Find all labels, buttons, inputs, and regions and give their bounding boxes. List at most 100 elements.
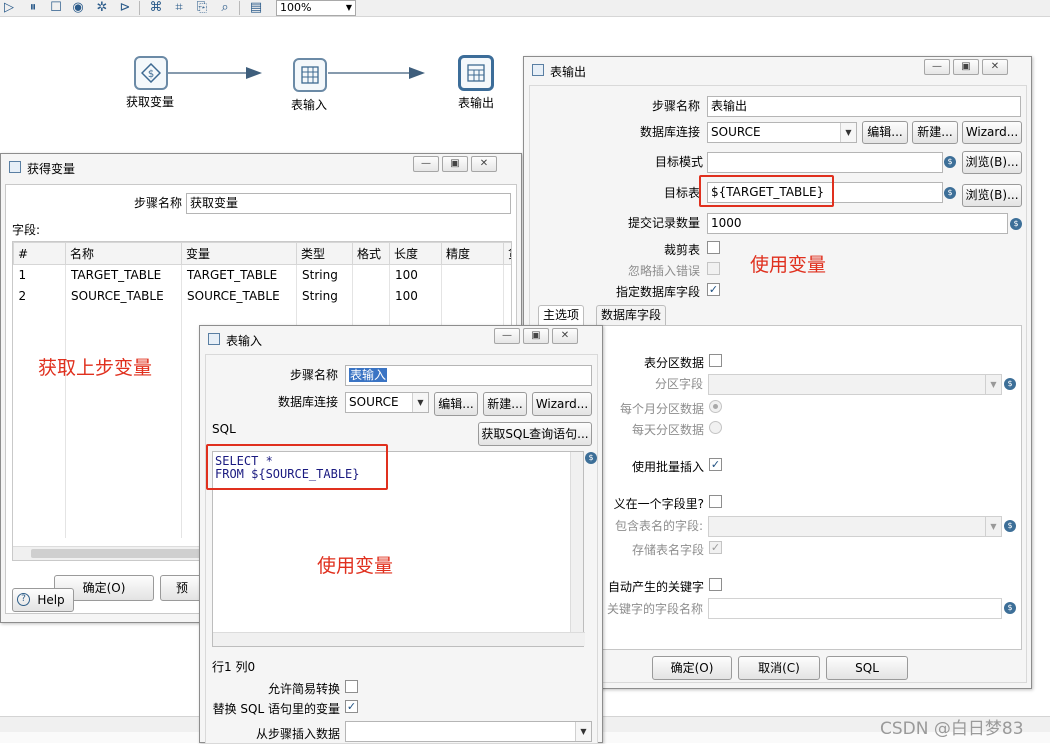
variable-icon: $	[1004, 378, 1016, 390]
highlight-box	[206, 444, 388, 490]
store-table-name-label: 存储表名字段	[631, 543, 704, 557]
table-name-field-select[interactable]: ▼	[708, 516, 1002, 537]
cell: TARGET_TABLE	[65, 264, 182, 286]
maximize-button[interactable]: ▣	[442, 156, 468, 172]
table-input-body: 步骤名称 表输入 数据库连接 SOURCE ▼ 编辑... 新建... Wiza…	[205, 354, 598, 744]
sql-button[interactable]: SQL	[826, 656, 908, 680]
partition-checkbox[interactable]	[709, 354, 722, 367]
sql-v-scrollbar[interactable]	[570, 452, 583, 632]
cell: 2	[13, 285, 66, 307]
preview-button[interactable]: 预	[160, 575, 204, 601]
variable-icon: $	[944, 187, 956, 199]
partition-daily-radio[interactable]	[709, 421, 722, 434]
db-connection-value: SOURCE	[711, 125, 761, 139]
partition-field-select[interactable]: ▼	[708, 374, 1002, 395]
sql-label: SQL	[212, 422, 236, 436]
tab-database-fields[interactable]: 数据库字段	[596, 305, 667, 325]
insert-from-step-label: 从步骤插入数据	[255, 727, 340, 741]
minimize-button[interactable]: —	[924, 59, 950, 75]
insert-from-step-select[interactable]: ▼	[345, 721, 592, 742]
dialog-icon	[208, 333, 220, 345]
chevron-down-icon: ▼	[985, 517, 1001, 536]
store-table-name-checkbox[interactable]: ✓	[709, 541, 722, 554]
annotation-use-variable: 使用变量	[317, 555, 394, 577]
db-connection-select[interactable]: SOURCE ▼	[707, 122, 857, 143]
variable-icon: $	[1004, 520, 1016, 532]
step-get-variables-node[interactable]: $	[134, 56, 168, 90]
ok-button[interactable]: 确定(O)	[652, 656, 732, 680]
tab-main-options[interactable]: 主选项	[538, 305, 585, 325]
table-row[interactable]: 2 SOURCE_TABLE SOURCE_TABLE String 100	[13, 285, 511, 307]
variable-icon: $	[585, 452, 597, 464]
step-name-input[interactable]: 获取变量	[186, 193, 511, 214]
batch-insert-label: 使用批量插入	[631, 460, 704, 474]
sql-h-scrollbar[interactable]	[213, 632, 585, 646]
fields-label: 字段:	[12, 223, 41, 237]
specify-fields-checkbox[interactable]: ✓	[707, 283, 720, 296]
chevron-down-icon: ▼	[840, 123, 856, 142]
chevron-down-icon: ▼	[412, 393, 428, 412]
cancel-button[interactable]: 取消(C)	[738, 656, 820, 680]
replace-vars-checkbox[interactable]: ✓	[345, 700, 358, 713]
target-schema-label: 目标模式	[654, 155, 703, 169]
return-keys-checkbox[interactable]	[709, 578, 722, 591]
cell	[441, 264, 504, 286]
step-name-selected-text: 表输入	[349, 368, 388, 382]
dialog-title: 表输入	[226, 334, 263, 348]
new-connection-button[interactable]: 新建...	[483, 392, 527, 416]
variable-icon: $	[1004, 602, 1016, 614]
help-button[interactable]: ? Help	[12, 588, 74, 612]
cell: String	[296, 264, 353, 286]
table-row[interactable]: 1 TARGET_TABLE TARGET_TABLE String 100	[13, 264, 511, 286]
step-name-input[interactable]: 表输入	[345, 365, 592, 386]
minimize-button[interactable]: —	[413, 156, 439, 172]
batch-insert-checkbox[interactable]: ✓	[709, 458, 722, 471]
truncate-checkbox[interactable]	[707, 241, 720, 254]
step-table-output-node[interactable]	[458, 55, 494, 91]
key-field-name-input[interactable]	[708, 598, 1002, 619]
col-header-name[interactable]: 名称	[65, 242, 182, 265]
table-output-body: 步骤名称 表输出 数据库连接 SOURCE ▼ 编辑... 新建... Wiza…	[529, 85, 1027, 683]
table-name-field-label: 包含表名的字段:	[614, 519, 703, 533]
lazy-conversion-checkbox[interactable]	[345, 680, 358, 693]
ignore-errors-checkbox[interactable]	[707, 262, 720, 275]
step-name-input[interactable]: 表输出	[707, 96, 1021, 117]
col-header-variable[interactable]: 变量	[181, 242, 297, 265]
variable-icon: $	[1010, 218, 1022, 230]
commit-size-input[interactable]: 1000	[707, 213, 1008, 234]
get-sql-query-button[interactable]: 获取SQL查询语句...	[478, 422, 592, 446]
browse-table-button[interactable]: 浏览(B)...	[962, 184, 1022, 207]
close-button[interactable]: ✕	[471, 156, 497, 172]
target-schema-input[interactable]	[707, 152, 943, 173]
partition-monthly-label: 每个月分区数据	[619, 402, 704, 416]
wizard-button[interactable]: Wizard...	[962, 121, 1022, 144]
cell: 1	[13, 264, 66, 286]
new-connection-button[interactable]: 新建...	[912, 121, 958, 144]
step-name-label: 步骤名称	[289, 368, 338, 382]
edit-connection-button[interactable]: 编辑...	[434, 392, 478, 416]
table-in-field-checkbox[interactable]	[709, 495, 722, 508]
col-header-precision[interactable]: 精度	[441, 242, 504, 265]
partition-label: 表分区数据	[643, 356, 704, 370]
maximize-button[interactable]: ▣	[523, 328, 549, 344]
db-connection-value: SOURCE	[349, 395, 399, 409]
close-button[interactable]: ✕	[552, 328, 578, 344]
col-header-type[interactable]: 类型	[296, 242, 353, 265]
col-header-length[interactable]: 长度	[389, 242, 442, 265]
browse-schema-button[interactable]: 浏览(B)...	[962, 151, 1022, 174]
cell: String	[296, 285, 353, 307]
edit-connection-button[interactable]: 编辑...	[862, 121, 908, 144]
db-connection-select[interactable]: SOURCE ▼	[345, 392, 429, 413]
col-header-index[interactable]: #	[13, 242, 66, 265]
col-header-format[interactable]: 格式	[352, 242, 390, 265]
close-button[interactable]: ✕	[982, 59, 1008, 75]
wizard-button[interactable]: Wizard...	[532, 392, 592, 416]
replace-vars-label: 替换 SQL 语句里的变量	[212, 702, 340, 716]
key-field-name-label: 关键字的字段名称	[606, 602, 703, 616]
cell: SOURCE_TABLE	[181, 285, 297, 307]
maximize-button[interactable]: ▣	[953, 59, 979, 75]
minimize-button[interactable]: —	[494, 328, 520, 344]
partition-monthly-radio[interactable]	[709, 400, 722, 413]
col-header-currency[interactable]: 货	[503, 242, 511, 265]
step-table-input-node[interactable]	[293, 58, 327, 92]
